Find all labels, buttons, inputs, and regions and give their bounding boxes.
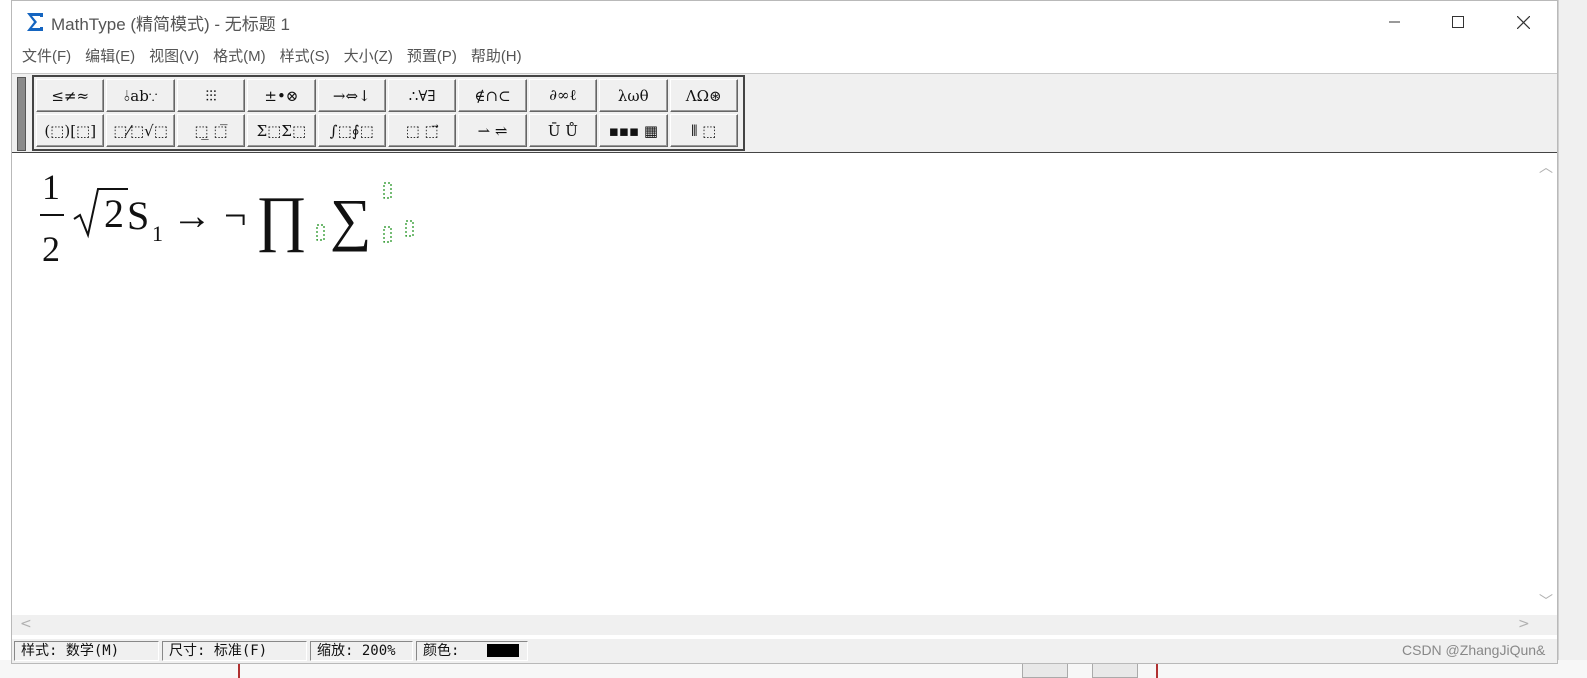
status-zoom[interactable]: 缩放: 200% [310,641,413,661]
menu-file[interactable]: 文件(F) [15,43,78,71]
labeled-arrows-palette-button[interactable]: ⇀ ⇌ [458,114,527,147]
letter-s: S [127,193,149,238]
spaces-ellipses-palette-button[interactable]: ⫰ab∵ [106,79,175,112]
operators-palette-button[interactable]: ±•⊗ [247,79,316,112]
background-window-edge [1558,0,1587,678]
maximize-button[interactable] [1427,1,1489,43]
scroll-right-icon[interactable]: > [1518,616,1530,632]
misc-symbols-palette-button[interactable]: ∂∞ℓ [528,79,598,112]
equation-formula[interactable]: 1 2 2 S 1 → ¬ ∏ ∑ [28,163,448,273]
menu-bar: 文件(F) 编辑(E) 视图(V) 格式(M) 样式(S) 大小(Z) 预置(P… [12,43,1557,71]
product-placeholder[interactable] [316,224,325,241]
status-bar: 样式: 数学(M) 尺寸: 标准(F) 缩放: 200% 颜色: [12,639,1557,663]
summation-palette-button[interactable]: Σ⬚Σ⬚ [247,114,316,147]
vertical-scrollbar[interactable]: ︿ ﹀ [1534,153,1557,615]
menu-help[interactable]: 帮助(H) [464,43,529,71]
menu-format[interactable]: 格式(M) [206,43,273,71]
scroll-up-icon[interactable]: ︿ [1539,157,1553,177]
logic-palette-button[interactable]: ∴∀∃ [387,79,457,112]
embellishments-palette-button[interactable]: ⫶⫶⫶ [176,79,246,112]
menu-view[interactable]: 视图(V) [142,43,206,71]
radicand: 2 [104,191,124,236]
mathtype-window: MathType (精简模式) - 无标题 1 文件(F) 编辑(E) 视图(V… [11,0,1558,664]
status-style[interactable]: 样式: 数学(M) [14,641,159,661]
arrow-symbol: → [172,193,212,238]
fraction-denominator: 2 [42,229,60,269]
symbol-toolbar: ≤≠≈ ⫰ab∵ ⫶⫶⫶ ±•⊗ →⇔↓ ∴∀∃ ∉∩⊂ ∂∞ℓ λωθ ΛΩ⊛… [12,73,1557,153]
menu-preferences[interactable]: 预置(P) [400,43,464,71]
template-palette-grid: ≤≠≈ ⫰ab∵ ⫶⫶⫶ ±•⊗ →⇔↓ ∴∀∃ ∉∩⊂ ∂∞ℓ λωθ ΛΩ⊛… [32,75,745,151]
maximize-icon [1452,16,1464,28]
minimize-icon [1389,21,1400,23]
sum-lower-placeholder[interactable] [383,226,392,243]
boxes-palette-button[interactable]: ⫴ ⬚ [669,114,738,147]
sigma-icon [24,10,46,34]
fences-palette-button[interactable]: (⬚)[⬚] [36,114,105,147]
status-size[interactable]: 尺寸: 标准(F) [162,641,307,661]
menu-edit[interactable]: 编辑(E) [78,43,142,71]
fraction-numerator: 1 [42,167,60,207]
background-edit-icon [1092,662,1138,678]
scroll-left-icon[interactable]: < [20,616,32,632]
sum-upper-placeholder[interactable] [383,182,392,199]
sum-body-placeholder[interactable] [405,220,414,237]
integral-palette-button[interactable]: ∫⬚∮⬚ [317,114,386,147]
status-color-label: 颜色: [423,643,460,659]
products-set-palette-button[interactable]: Ū Ů [528,114,598,147]
watermark: CSDN @ZhangJiQun& [1402,642,1546,658]
underbar-overbar-palette-button[interactable]: ⬚ ⬚⃗ [387,114,457,147]
color-swatch[interactable] [487,644,519,657]
close-button[interactable] [1492,1,1554,43]
matrix-palette-button[interactable]: ▪▪▪ ▦ [599,114,668,147]
close-icon [1516,15,1530,29]
background-clipboard-icon [1022,662,1068,678]
relations-palette-button[interactable]: ≤≠≈ [36,79,105,112]
scroll-down-icon[interactable]: ﹀ [1539,591,1553,611]
product-symbol: ∏ [256,185,307,253]
fractions-radicals-palette-button[interactable]: ⬚⁄⬚√⬚ [106,114,175,147]
toolbar-grip[interactable] [17,77,26,151]
menu-size[interactable]: 大小(Z) [337,43,400,71]
minimize-button[interactable] [1364,1,1426,43]
arrows-palette-button[interactable]: →⇔↓ [317,79,386,112]
title-bar: MathType (精简模式) - 无标题 1 [12,1,1557,43]
subscript: 1 [152,221,163,246]
subscript-superscript-palette-button[interactable]: ⬚̲ ⬚̅ [176,114,246,147]
greek-lower-palette-button[interactable]: λωθ [599,79,668,112]
summation-symbol: ∑ [330,187,371,252]
window-title: MathType (精简模式) - 无标题 1 [51,15,290,34]
negation-symbol: ¬ [224,193,247,238]
horizontal-scrollbar[interactable]: < > [12,615,1557,635]
set-theory-palette-button[interactable]: ∉∩⊂ [458,79,527,112]
menu-style[interactable]: 样式(S) [273,43,337,71]
greek-upper-palette-button[interactable]: ΛΩ⊛ [669,79,738,112]
